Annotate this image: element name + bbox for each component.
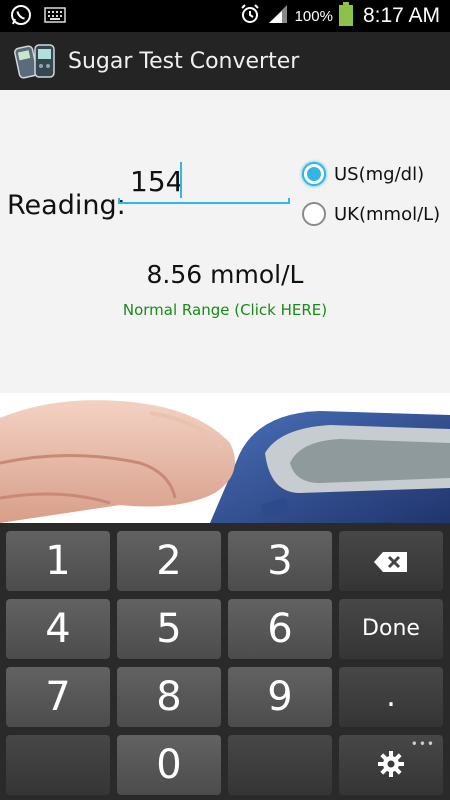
key-label: 7 bbox=[45, 674, 71, 720]
action-bar: Sugar Test Converter bbox=[0, 32, 450, 90]
radio-button-uk[interactable] bbox=[302, 202, 326, 226]
blank-key-left[interactable] bbox=[6, 735, 110, 795]
alarm-icon bbox=[239, 3, 261, 29]
key-label: . bbox=[386, 679, 396, 714]
radio-uk[interactable]: UK(mmol/L) bbox=[302, 202, 440, 226]
app-title: Sugar Test Converter bbox=[68, 48, 300, 74]
key-2[interactable]: 2 bbox=[117, 531, 221, 591]
key-label: 2 bbox=[156, 538, 182, 584]
numeric-keyboard: 1 2 3 4 5 6 Done 7 8 9 . 0 ••• bbox=[0, 523, 450, 800]
key-label: 8 bbox=[156, 674, 182, 720]
key-label: 9 bbox=[267, 674, 293, 720]
keyboard-icon bbox=[44, 7, 66, 27]
blank-key-right[interactable] bbox=[228, 735, 332, 795]
battery-icon bbox=[338, 2, 353, 30]
key-4[interactable]: 4 bbox=[6, 599, 110, 659]
clock: 8:17 AM bbox=[362, 4, 440, 27]
battery-percent: 100% bbox=[294, 7, 333, 25]
done-key[interactable]: Done bbox=[339, 599, 443, 659]
text-caret bbox=[180, 162, 182, 198]
gear-icon bbox=[377, 742, 405, 788]
backspace-key[interactable] bbox=[339, 531, 443, 591]
radio-button-us[interactable] bbox=[302, 162, 326, 186]
decimal-key[interactable]: . bbox=[339, 667, 443, 727]
key-5[interactable]: 5 bbox=[117, 599, 221, 659]
key-7[interactable]: 7 bbox=[6, 667, 110, 727]
radio-label-us: US(mg/dl) bbox=[334, 163, 425, 185]
key-label: Done bbox=[362, 616, 420, 641]
glucometer-icon[interactable] bbox=[14, 41, 58, 81]
status-bar: 100% 8:17 AM bbox=[0, 0, 450, 32]
key-8[interactable]: 8 bbox=[117, 667, 221, 727]
key-3[interactable]: 3 bbox=[228, 531, 332, 591]
conversion-result: 8.56 mmol/L bbox=[146, 260, 304, 289]
radio-label-uk: UK(mmol/L) bbox=[334, 203, 441, 225]
settings-key[interactable]: ••• bbox=[339, 735, 443, 795]
key-label: 1 bbox=[45, 538, 71, 584]
key-1[interactable]: 1 bbox=[6, 531, 110, 591]
input-underline bbox=[118, 198, 290, 204]
key-6[interactable]: 6 bbox=[228, 599, 332, 659]
reading-label: Reading: bbox=[7, 190, 126, 221]
key-label: 3 bbox=[267, 538, 293, 584]
reading-value: 154 bbox=[130, 165, 184, 198]
converter-panel: Reading: 154 US(mg/dl) UK(mmol/L) 8.56 m… bbox=[0, 90, 450, 393]
normal-range-link[interactable]: Normal Range (Click HERE) bbox=[0, 301, 450, 319]
key-0[interactable]: 0 bbox=[117, 735, 221, 795]
key-label: 4 bbox=[45, 606, 71, 652]
key-label: 5 bbox=[156, 606, 182, 652]
whatsapp-icon bbox=[10, 4, 32, 30]
more-dots-icon: ••• bbox=[410, 737, 435, 751]
signal-icon bbox=[267, 4, 289, 28]
reading-input[interactable]: 154 bbox=[118, 152, 290, 204]
backspace-icon bbox=[373, 538, 409, 584]
key-label: 0 bbox=[156, 742, 182, 788]
banner-image bbox=[0, 393, 450, 523]
radio-us[interactable]: US(mg/dl) bbox=[302, 162, 424, 186]
key-label: 6 bbox=[267, 606, 293, 652]
key-9[interactable]: 9 bbox=[228, 667, 332, 727]
